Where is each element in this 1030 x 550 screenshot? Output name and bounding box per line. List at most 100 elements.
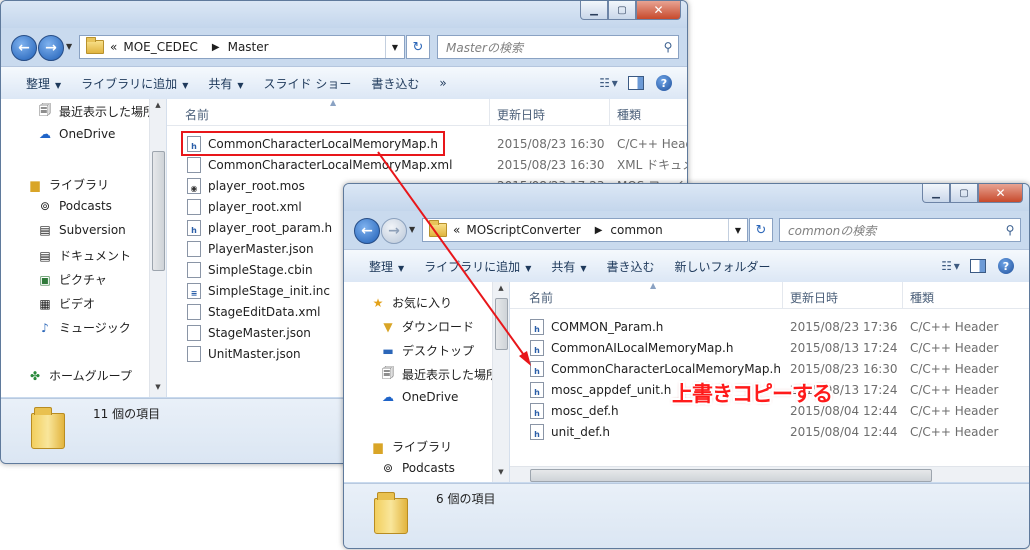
nav-podcasts[interactable]: ⊚ Podcasts [380, 461, 455, 475]
address-dropdown[interactable]: ▼ [728, 219, 747, 241]
column-type[interactable]: 種類 [617, 106, 641, 123]
breadcrumb-separator-icon[interactable]: ▶ [595, 225, 603, 236]
mos-file-icon: ◉ [187, 177, 201, 194]
scroll-down-icon[interactable]: ▼ [150, 383, 166, 391]
h-file-icon: h [187, 219, 201, 236]
nav-onedrive[interactable]: ☁ OneDrive [37, 127, 115, 141]
refresh-button[interactable]: ↻ [406, 35, 430, 59]
nav-library[interactable]: ▆ ライブラリ [370, 438, 452, 455]
file-type: C/C++ Header [910, 319, 999, 334]
nav-scrollbar[interactable]: ▲ ▼ [492, 282, 509, 482]
file-row[interactable]: h COMMON_Param.h 2015/08/23 17:36 C/C++ Hea… [510, 316, 1029, 337]
organize-button[interactable]: 整理 ▼ [1, 75, 71, 92]
search-icon[interactable]: ⚲ [1000, 223, 1020, 237]
nav-music[interactable]: ♪ ミュージック [37, 319, 131, 336]
search-icon[interactable]: ⚲ [658, 40, 678, 54]
nav-desktop[interactable]: ▬ デスクトップ [380, 342, 474, 359]
back-button[interactable]: ← [11, 35, 37, 61]
scroll-thumb[interactable] [495, 298, 508, 350]
recent-pages-dropdown[interactable]: ▼ [66, 42, 72, 51]
column-type[interactable]: 種類 [910, 289, 934, 306]
preview-pane-button[interactable] [967, 256, 989, 276]
column-name[interactable]: 名前 [185, 106, 209, 123]
title-bar[interactable]: ▁ ▢ ✕ [344, 184, 1029, 211]
column-date[interactable]: 更新日時 [497, 106, 545, 123]
preview-pane-button[interactable] [625, 73, 647, 93]
help-button[interactable]: ? [995, 256, 1017, 276]
nav-favorites[interactable]: ★ お気に入り [370, 294, 452, 311]
view-options-icon[interactable]: ☷ ▾ [597, 73, 619, 93]
burn-button[interactable]: 書き込む [361, 75, 429, 92]
breadcrumb-master[interactable]: Master [228, 40, 269, 54]
maximize-button[interactable]: ▢ [608, 1, 636, 20]
address-bar[interactable]: « MOE_CEDEC ▶ Master ▼ [79, 35, 405, 59]
column-name[interactable]: 名前 [529, 289, 553, 306]
minimize-button[interactable]: ▁ [922, 184, 950, 203]
document-icon: ▤ [39, 248, 51, 263]
details-pane: 6 個の項目 [344, 483, 1029, 548]
title-bar[interactable]: ▁ ▢ ✕ [1, 1, 687, 28]
column-header-row: ▲ 名前 更新日時 種類 [167, 99, 687, 126]
back-button[interactable]: ← [354, 218, 380, 244]
maximize-button[interactable]: ▢ [950, 184, 978, 203]
scroll-thumb[interactable] [152, 151, 165, 271]
nav-downloads[interactable]: ▼ ダウンロード [380, 318, 474, 335]
nav-videos[interactable]: ▦ ビデオ [37, 295, 95, 312]
file-type: C/C++ Header [910, 403, 999, 418]
scroll-up-icon[interactable]: ▲ [493, 284, 509, 292]
nav-library[interactable]: ▆ ライブラリ [27, 176, 109, 193]
nav-subversion[interactable]: ▤ Subversion [37, 223, 125, 237]
help-button[interactable]: ? [653, 73, 675, 93]
nav-scrollbar[interactable]: ▲ ▼ [149, 99, 166, 397]
nav-recent-places[interactable]: 🗐 最近表示した場所 [380, 366, 498, 383]
scroll-down-icon[interactable]: ▼ [493, 468, 509, 476]
forward-button[interactable]: → [38, 35, 64, 61]
new-folder-button[interactable]: 新しいフォルダー [665, 258, 781, 275]
star-icon: ★ [372, 295, 384, 310]
address-overflow[interactable]: « [453, 223, 460, 237]
close-button[interactable]: ✕ [636, 1, 681, 20]
add-to-library-button[interactable]: ライブラリに追加 ▼ [414, 258, 541, 275]
file-name: unit_def.h [551, 424, 611, 439]
view-options-icon[interactable]: ☷ ▾ [939, 256, 961, 276]
scroll-up-icon[interactable]: ▲ [150, 101, 166, 109]
address-bar[interactable]: « MOScriptConverter ▶ common ▼ [422, 218, 748, 242]
share-button[interactable]: 共有 ▼ [541, 258, 596, 275]
nav-recent-places[interactable]: 🗐 最近表示した場所 [37, 103, 155, 120]
nav-homegroup[interactable]: ✤ ホームグループ [27, 367, 132, 384]
share-button[interactable]: 共有 ▼ [198, 75, 253, 92]
h-file-icon: h [530, 381, 544, 398]
file-row[interactable]: CommonCharacterLocalMemoryMap.xml 2015/08… [167, 154, 687, 175]
breadcrumb-moscriptconverter[interactable]: MOScriptConverter [466, 223, 580, 237]
address-dropdown[interactable]: ▼ [385, 36, 404, 58]
forward-button[interactable]: → [381, 218, 407, 244]
file-row[interactable]: h CommonCharacterLocalMemoryMap.h 2015/08/… [510, 358, 1029, 379]
nav-pictures[interactable]: ▣ ピクチャ [37, 271, 107, 288]
organize-button[interactable]: 整理 ▼ [344, 258, 414, 275]
refresh-button[interactable]: ↻ [749, 218, 773, 242]
search-input[interactable]: commonの検索 ⚲ [779, 218, 1021, 242]
column-date[interactable]: 更新日時 [790, 289, 838, 306]
more-commands-button[interactable]: » [429, 76, 456, 90]
file-type: C/C++ Header [910, 340, 999, 355]
file-type: C/C++ Header [910, 361, 999, 376]
address-overflow[interactable]: « [110, 40, 117, 54]
nav-podcasts[interactable]: ⊚ Podcasts [37, 199, 112, 213]
nav-documents[interactable]: ▤ ドキュメント [37, 247, 131, 264]
horizontal-scroll-thumb[interactable] [530, 469, 932, 482]
breadcrumb-common[interactable]: common [610, 223, 662, 237]
recent-pages-dropdown[interactable]: ▼ [409, 225, 415, 234]
nav-onedrive[interactable]: ☁ OneDrive [380, 390, 458, 404]
h-file-icon: h [530, 318, 544, 335]
file-row[interactable]: h unit_def.h 2015/08/04 12:44 C/C++ Header [510, 421, 1029, 442]
file-row[interactable]: h CommonAILocalMemoryMap.h 2015/08/13 17:2… [510, 337, 1029, 358]
slideshow-button[interactable]: スライド ショー [254, 75, 362, 92]
minimize-button[interactable]: ▁ [580, 1, 608, 20]
close-button[interactable]: ✕ [978, 184, 1023, 203]
search-input[interactable]: Masterの検索 ⚲ [437, 35, 679, 59]
breadcrumb-moe-cedec[interactable]: MOE_CEDEC [123, 40, 198, 54]
breadcrumb-separator-icon[interactable]: ▶ [212, 42, 220, 53]
add-to-library-button[interactable]: ライブラリに追加 ▼ [71, 75, 198, 92]
horizontal-scrollbar[interactable] [510, 466, 1029, 482]
burn-button[interactable]: 書き込む [597, 258, 665, 275]
